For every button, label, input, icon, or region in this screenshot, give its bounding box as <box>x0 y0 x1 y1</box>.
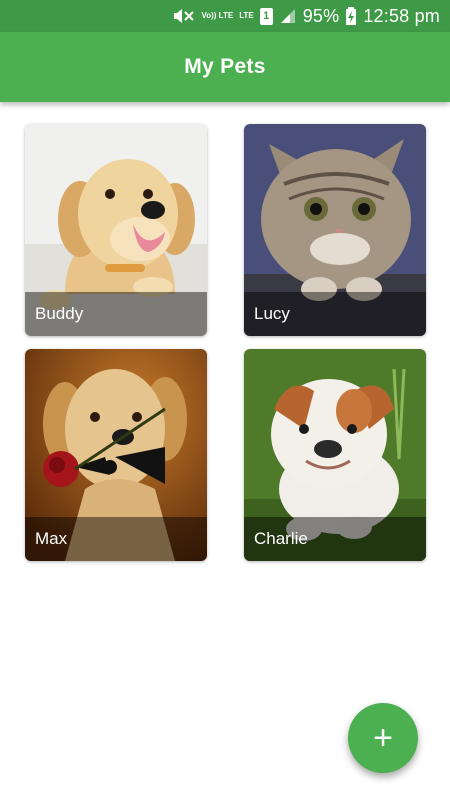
volte-indicator: Vo)) LTE <box>201 11 234 20</box>
page-title: My Pets <box>184 55 266 78</box>
pet-name: Lucy <box>244 292 426 336</box>
status-bar: Vo)) LTE LTE 1 95% 12:58 pm <box>0 0 450 32</box>
sim-number: 1 <box>263 10 270 22</box>
battery-charging-icon <box>345 7 357 25</box>
pet-name: Max <box>25 517 207 561</box>
pet-name: Buddy <box>25 292 207 336</box>
mute-icon <box>173 8 195 24</box>
battery-percent: 95% <box>302 5 340 26</box>
clock: 12:58 pm <box>363 5 440 26</box>
pet-grid: Buddy Lucy Max Charlie <box>25 124 426 561</box>
signal-icon <box>279 8 297 24</box>
pet-card-buddy[interactable]: Buddy <box>25 124 207 336</box>
pet-card-charlie[interactable]: Charlie <box>244 349 426 561</box>
pet-card-lucy[interactable]: Lucy <box>244 124 426 336</box>
add-pet-button[interactable]: + <box>348 703 418 773</box>
lte-indicator: LTE <box>239 11 254 20</box>
pet-name: Charlie <box>244 517 426 561</box>
add-icon: + <box>373 718 393 757</box>
app-bar: My Pets <box>0 32 450 102</box>
pet-card-max[interactable]: Max <box>25 349 207 561</box>
sim-indicator: 1 <box>259 7 273 25</box>
